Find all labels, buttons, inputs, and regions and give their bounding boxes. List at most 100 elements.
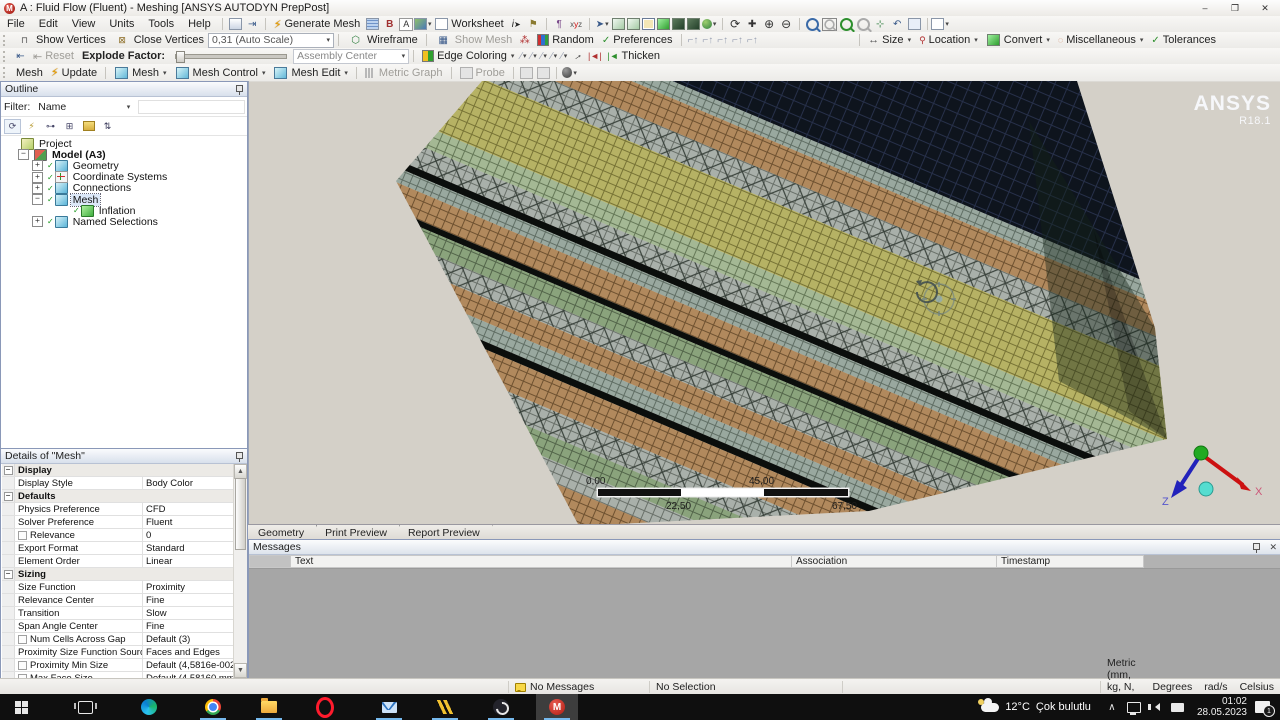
- select-edge-cube-icon[interactable]: [626, 18, 640, 30]
- status-messages[interactable]: No Messages: [508, 681, 649, 693]
- property-value[interactable]: Linear: [143, 555, 234, 567]
- expand-node-icon[interactable]: ⊶: [42, 119, 59, 134]
- edge-option-dropdown-4[interactable]: ∕ ▾: [551, 51, 557, 62]
- minimize-button[interactable]: –: [1190, 0, 1220, 16]
- property-value[interactable]: Body Color: [143, 477, 234, 489]
- tray-temperature[interactable]: 12°C: [1005, 701, 1030, 713]
- pan-icon[interactable]: ✚: [745, 18, 760, 31]
- edge-direction-icon-2[interactable]: ⌐↑: [702, 35, 713, 46]
- property-checkbox[interactable]: [18, 634, 27, 644]
- taskbar-edge[interactable]: [128, 694, 170, 720]
- show-mesh-button[interactable]: ▦ Show Mesh: [431, 33, 516, 47]
- edge-option-dropdown-5[interactable]: ∕ ▾: [561, 51, 567, 62]
- zoom-fit-icon[interactable]: [839, 17, 854, 31]
- axis-y-sphere[interactable]: [1193, 445, 1209, 461]
- maximize-button[interactable]: ❐: [1220, 0, 1250, 16]
- task-view-button[interactable]: [64, 694, 106, 720]
- explode-factor-slider[interactable]: [175, 50, 288, 63]
- zoom-window-icon[interactable]: [821, 17, 837, 31]
- annotation-icon[interactable]: A: [399, 17, 414, 31]
- tree-item[interactable]: + ✓ Geometry: [1, 159, 248, 172]
- preferences-button[interactable]: ✓ Preferences: [598, 33, 677, 47]
- previous-view-icon[interactable]: ↶: [890, 18, 905, 31]
- taskbar-mail[interactable]: [368, 694, 410, 720]
- vertex-scale-combo[interactable]: 0,31 (Auto Scale) ▾: [208, 32, 335, 48]
- notification-center-icon[interactable]: 1: [1255, 701, 1275, 717]
- property-value[interactable]: Fine: [143, 620, 234, 632]
- edge-direction-icon-3[interactable]: ⌐↑: [717, 35, 728, 46]
- rotate-icon[interactable]: ⟳: [728, 17, 743, 31]
- property-checkbox[interactable]: [18, 530, 27, 540]
- view-tab[interactable]: Geometry: [250, 525, 317, 540]
- taskbar-meshing-active[interactable]: M: [536, 694, 578, 720]
- menu-item[interactable]: Help: [181, 16, 218, 32]
- sphere-display-dropdown[interactable]: ▾: [561, 66, 577, 79]
- slider-thumb[interactable]: [176, 50, 186, 63]
- edge-option-dropdown-2[interactable]: ∕ ▾: [531, 51, 537, 62]
- close-button[interactable]: ✕: [1250, 0, 1280, 16]
- console-window-icon[interactable]: [228, 18, 243, 31]
- close-icon[interactable]: ✕: [1269, 542, 1277, 553]
- wireframe-button[interactable]: ⬡ Wireframe: [343, 33, 422, 47]
- mesh-control-dropdown[interactable]: Mesh Control ▾: [171, 66, 270, 80]
- coordinate-probe-icon[interactable]: xyz: [569, 18, 584, 31]
- convert-dropdown[interactable]: Convert ▾: [982, 33, 1054, 47]
- refresh-tree-icon[interactable]: ⟳: [4, 118, 21, 134]
- scroll-up-arrow[interactable]: ▲: [234, 464, 247, 479]
- tray-expand-icon[interactable]: ∧: [1101, 694, 1123, 720]
- property-value[interactable]: Proximity: [143, 581, 234, 593]
- keyboard-icon[interactable]: [1167, 694, 1189, 720]
- select-face-cube-icon[interactable]: [641, 18, 655, 30]
- assembly-center-combo[interactable]: Assembly Center ▾: [293, 48, 410, 64]
- new-section-plane-icon[interactable]: [365, 18, 380, 31]
- menu-item[interactable]: Edit: [32, 16, 65, 32]
- menu-item[interactable]: View: [65, 16, 103, 32]
- edge-joints-icon[interactable]: |◄|: [587, 50, 602, 63]
- tree-item[interactable]: − ✓ Mesh: [1, 192, 248, 207]
- filter-combo[interactable]: Name ▾: [34, 99, 135, 114]
- select-body-cube-icon[interactable]: [656, 18, 670, 30]
- property-value[interactable]: Default (4,5816e-002 mm): [143, 659, 234, 671]
- tray-weather-text[interactable]: Çok bulutlu: [1036, 701, 1091, 713]
- pin-icon[interactable]: [236, 85, 244, 95]
- magnifier-icon[interactable]: [856, 17, 871, 31]
- taskbar-chrome[interactable]: [192, 694, 234, 720]
- detach-view-icon[interactable]: ⇥: [245, 18, 260, 31]
- update-button[interactable]: ⚡ Update: [47, 66, 101, 80]
- iso-view-icon[interactable]: ⊹: [873, 18, 888, 31]
- pin-icon[interactable]: [236, 452, 244, 462]
- extend-selection-cube-icon[interactable]: [671, 18, 685, 30]
- scroll-down-arrow[interactable]: ▼: [234, 663, 247, 678]
- menu-item[interactable]: Tools: [141, 16, 181, 32]
- size-dropdown[interactable]: ↔ Size ▾: [864, 33, 915, 47]
- taskbar-ansys[interactable]: [424, 694, 466, 720]
- reset-button[interactable]: ⇤ Reset: [29, 49, 78, 63]
- column-text[interactable]: Text: [291, 555, 792, 568]
- column-timestamp[interactable]: Timestamp: [997, 555, 1144, 568]
- tolerances-button[interactable]: ✓ Tolerances: [1147, 33, 1220, 47]
- orientation-triad[interactable]: X Z: [1162, 445, 1263, 508]
- tree-expander[interactable]: +: [32, 160, 43, 172]
- direction-arrow-icon[interactable]: →: [568, 46, 588, 65]
- property-value[interactable]: CFD: [143, 503, 234, 515]
- axis-origin-sphere[interactable]: [1198, 481, 1214, 497]
- explode-reset-prev-icon[interactable]: ⇤: [13, 50, 28, 63]
- zoom-out-icon[interactable]: ⊖: [779, 17, 794, 31]
- tree-item[interactable]: + ✓ Named Selections: [1, 215, 248, 228]
- mesh-model-canvas[interactable]: 0,00 45,00 22,50 67,50 X Z: [249, 81, 1280, 524]
- image-capture-icon[interactable]: ▾: [414, 18, 432, 31]
- tree-expander[interactable]: +: [32, 171, 43, 183]
- taskbar-opera[interactable]: [304, 694, 346, 720]
- taskbar-explorer[interactable]: [248, 694, 290, 720]
- triad-icon[interactable]: ⁂: [517, 34, 532, 47]
- max-value-icon[interactable]: [519, 66, 534, 79]
- metric-graph-button[interactable]: Metric Graph: [361, 66, 447, 80]
- property-value[interactable]: Standard: [143, 542, 234, 554]
- property-value[interactable]: [49, 568, 234, 580]
- scroll-thumb[interactable]: [235, 478, 246, 550]
- property-value[interactable]: [55, 464, 234, 476]
- volume-icon[interactable]: [1145, 694, 1167, 720]
- label-icon[interactable]: ¶: [552, 18, 567, 31]
- miscellaneous-dropdown[interactable]: ◌ Miscellaneous ▾: [1054, 33, 1148, 47]
- zoom-in-icon[interactable]: ⊕: [762, 17, 777, 31]
